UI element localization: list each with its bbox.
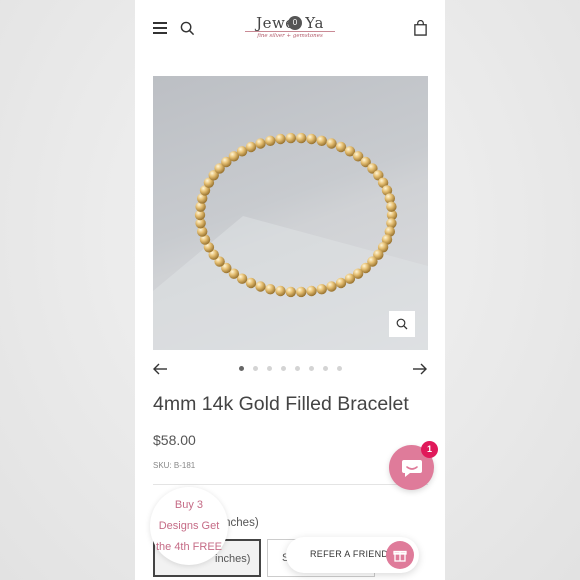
chat-notification-badge: 1 [421,441,438,458]
search-icon[interactable] [180,21,195,36]
refer-label: REFER A FRIEND [310,549,389,559]
carousel-dots [239,366,342,371]
carousel-dot[interactable] [323,366,328,371]
product-title: 4mm 14k Gold Filled Bracelet [153,393,409,415]
zoom-icon [396,318,408,330]
product-sku: SKU: B-181 [153,461,196,470]
carousel-dot[interactable] [239,366,244,371]
previous-slide-arrow-icon[interactable] [152,362,168,376]
promo-line-3: the 4th FREE [155,541,223,553]
carousel-dot[interactable] [337,366,342,371]
carousel-dot[interactable] [309,366,314,371]
menu-icon[interactable] [153,22,167,34]
refer-a-friend-button[interactable]: REFER A FRIEND [286,537,419,573]
cart-count-badge: 0 [288,16,302,30]
bracelet-image [153,132,428,350]
chat-icon [401,459,422,477]
cart-icon[interactable] [413,20,428,36]
promo-line-2: Designs Get [158,520,220,532]
logo-tagline: fine silver + gemstones [245,31,335,39]
divider [153,484,428,485]
zoom-button[interactable] [389,311,415,337]
product-price: $58.00 [153,432,196,448]
gift-icon [386,541,414,569]
carousel-dot[interactable] [281,366,286,371]
carousel-dot[interactable] [253,366,258,371]
promo-line-1: Buy 3 [174,499,204,511]
promo-badge[interactable]: Buy 3 Designs Get the 4th FREE [150,487,228,565]
product-image[interactable] [153,76,428,350]
carousel-dot[interactable] [295,366,300,371]
carousel-dot[interactable] [267,366,272,371]
next-slide-arrow-icon[interactable] [412,362,428,376]
